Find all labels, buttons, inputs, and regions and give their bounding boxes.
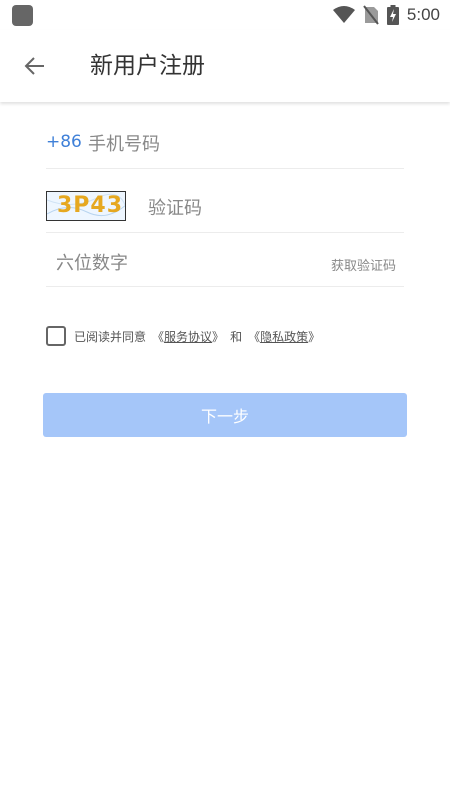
app-bar: 新用户注册 — [0, 30, 450, 102]
agree-checkbox[interactable] — [46, 326, 66, 346]
status-icons: 5:00 — [332, 3, 440, 27]
captcha-row: 3P43 — [46, 169, 404, 233]
agreement-and: 和 — [230, 329, 243, 344]
captcha-image[interactable]: 3P43 — [46, 191, 126, 221]
captcha-input[interactable] — [148, 195, 388, 221]
captcha-text: 3P43 — [57, 193, 124, 218]
page-title: 新用户注册 — [90, 53, 205, 79]
next-button[interactable]: 下一步 — [43, 393, 407, 437]
privacy-policy-link[interactable]: 隐私政策 — [260, 328, 308, 345]
wifi-icon — [332, 6, 355, 23]
app-icon — [12, 5, 33, 26]
country-code[interactable]: +86 — [46, 132, 82, 152]
sms-code-input[interactable] — [56, 250, 316, 276]
quote-close-1: 》 — [212, 329, 225, 344]
quote-open-1: 《 — [152, 329, 165, 344]
get-code-button[interactable]: 获取验证码 — [331, 255, 396, 274]
arrow-left-icon[interactable] — [22, 53, 48, 79]
quote-close-2: 》 — [308, 329, 321, 344]
phone-row: +86 — [46, 118, 404, 169]
registration-form: +86 3P43 获取验证码 — [46, 118, 404, 287]
status-bar: 5:00 — [0, 0, 450, 30]
sms-code-row: 获取验证码 — [46, 233, 404, 287]
agreement-row: 已阅读并同意 《 服务协议 》 和 《 隐私政策 》 — [46, 326, 320, 346]
quote-open-2: 《 — [248, 329, 261, 344]
service-agreement-link[interactable]: 服务协议 — [164, 328, 212, 345]
agreement-prefix: 已阅读并同意 — [74, 329, 147, 344]
no-sim-icon — [363, 5, 379, 25]
battery-charging-icon — [386, 5, 399, 25]
status-time: 5:00 — [406, 5, 440, 24]
phone-input[interactable] — [88, 131, 388, 157]
